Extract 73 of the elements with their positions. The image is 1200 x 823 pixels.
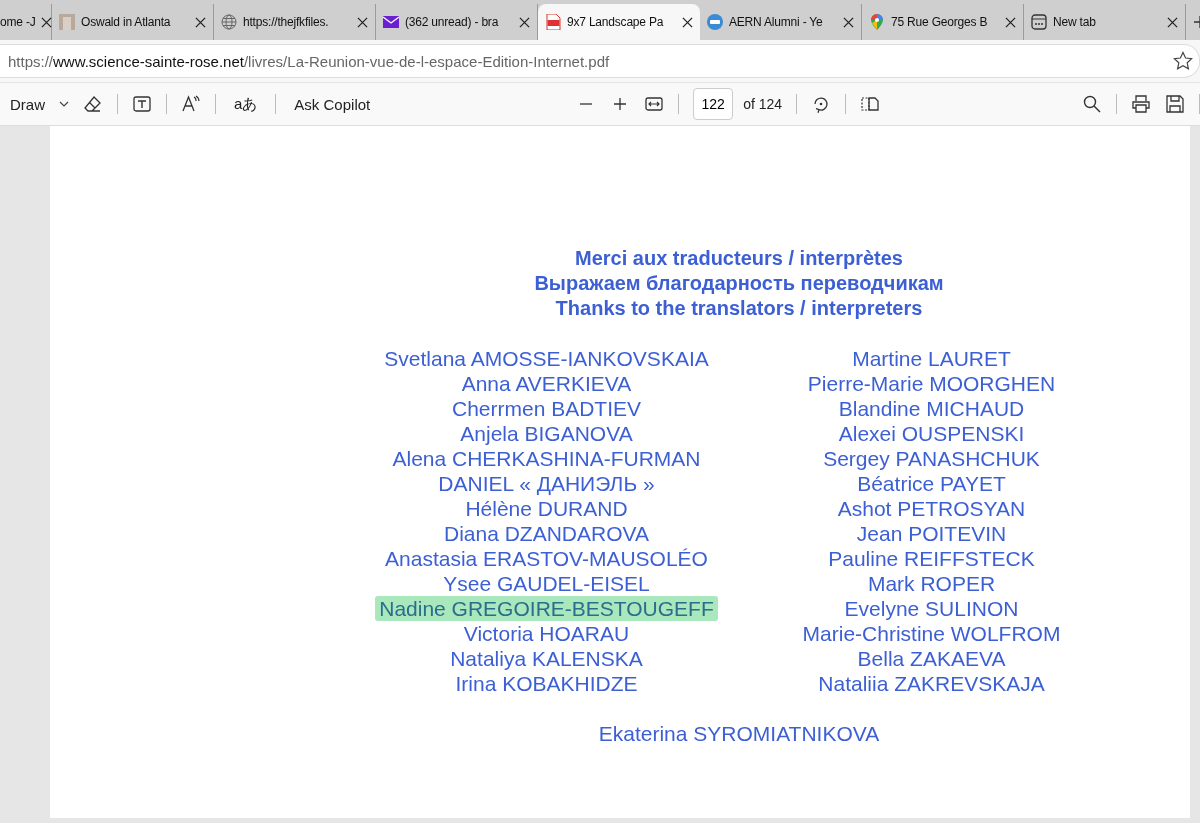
draw-button[interactable]: Draw xyxy=(6,93,49,115)
translate-button[interactable]: aあ xyxy=(230,92,262,116)
heading: Thanks to the translators / interpreters xyxy=(555,296,923,321)
translator-name: DANIEL « ДАНИЭЛЬ » xyxy=(437,471,656,496)
close-icon[interactable] xyxy=(519,16,530,28)
browser-tab[interactable]: 9x7 Landscape Pa xyxy=(538,4,700,40)
page-number-field[interactable]: 122 xyxy=(693,88,734,120)
translator-name: Nataliia ZAKREVSKAJA xyxy=(817,671,1046,696)
translator-name: Irina KOBAKHIDZE xyxy=(454,671,639,696)
translator-name: Pauline REIFFSTECK xyxy=(827,546,1036,571)
translator-name: Anastasia ERASTOV-MAUSOLÉO xyxy=(384,546,709,571)
translator-name: Jean POITEVIN xyxy=(855,521,1008,546)
page-count: of 124 xyxy=(743,96,783,112)
tab-title: New tab xyxy=(1053,15,1096,29)
pdf-file-icon xyxy=(545,14,561,30)
print-icon[interactable] xyxy=(1131,94,1151,114)
translator-name: Blandine MICHAUD xyxy=(837,396,1026,421)
translator-name: Mark ROPER xyxy=(866,571,997,596)
translator-name: Ekaterina SYROMIATNIKOVA xyxy=(597,721,881,746)
ask-copilot-button[interactable]: Ask Copilot xyxy=(290,93,375,115)
close-icon[interactable] xyxy=(195,16,206,28)
save-icon[interactable] xyxy=(1165,94,1185,114)
map-pin-icon xyxy=(869,14,885,30)
translator-name: Svetlana AMOSSE-IANKOVSKAIA xyxy=(383,346,710,371)
translator-name: Alexei OUSPENSKI xyxy=(837,421,1026,446)
tab-title: https://thejfkfiles. xyxy=(243,15,329,29)
translator-name: Ysee GAUDEL-EISEL xyxy=(442,571,651,596)
url-text: https://www.science-sainte-rose.net/livres/La-Reunion-vue-de-l-espace-Edition-Internet.pdf xyxy=(8,52,611,70)
translator-name: Béatrice PAYET xyxy=(856,471,1007,496)
translator-name: Diana DZANDAROVA xyxy=(443,521,650,546)
favorite-star-icon[interactable] xyxy=(1173,51,1193,71)
translator-name: Evelyne SULINON xyxy=(843,596,1020,621)
heading: Выражаем благодарность переводчикам xyxy=(534,271,944,296)
site-logo-icon xyxy=(707,14,723,30)
tab-title: 75 Rue Georges B xyxy=(891,15,988,29)
read-aloud-icon[interactable] xyxy=(181,94,201,114)
translator-name: Hélène DURAND xyxy=(464,496,629,521)
globe-icon xyxy=(221,14,237,30)
close-icon[interactable] xyxy=(357,16,368,28)
tab-title: 9x7 Landscape Pa xyxy=(567,15,664,29)
eraser-icon[interactable] xyxy=(83,94,103,114)
tab-title: ome -J xyxy=(0,15,36,29)
tab-title: (362 unread) - bra xyxy=(405,15,499,29)
translator-name: Sergey PANASHCHUK xyxy=(822,446,1041,471)
mail-icon xyxy=(383,14,399,30)
translator-name: Nataliya KALENSKA xyxy=(449,646,644,671)
translator-name: Martine LAURET xyxy=(851,346,1012,371)
translator-name: Anjela BIGANOVA xyxy=(459,421,634,446)
translator-name: Marie-Christine WOLFROM xyxy=(801,621,1062,646)
translator-name: Alena CHERKASHINA-FURMAN xyxy=(391,446,702,471)
heading: Merci aux traducteurs / interprètes xyxy=(575,246,903,271)
thumbnail-icon xyxy=(59,14,75,30)
translator-name: Anna AVERKIEVA xyxy=(460,371,633,396)
fit-width-icon[interactable] xyxy=(644,94,665,114)
page-view-icon[interactable] xyxy=(860,94,881,114)
translator-name: Cherrmen BADTIEV xyxy=(450,396,643,421)
close-icon[interactable] xyxy=(1167,16,1178,28)
translator-name: Bella ZAKAEVA xyxy=(856,646,1007,671)
text-box-icon[interactable] xyxy=(132,94,152,114)
new-tab-icon xyxy=(1031,14,1047,30)
tab-title: AERN Alumni - Ye xyxy=(729,15,823,29)
close-icon[interactable] xyxy=(682,16,693,28)
close-icon[interactable] xyxy=(1005,16,1016,28)
translator-name: Pierre-Marie MOORGHEN xyxy=(806,371,1057,396)
search-icon[interactable] xyxy=(1082,94,1102,114)
translator-name: Nadine GREGOIRE-BESTOUGEFF xyxy=(375,596,718,621)
close-icon[interactable] xyxy=(41,16,53,28)
translator-name: Victoria HOARAU xyxy=(462,621,631,646)
close-icon[interactable] xyxy=(843,16,854,28)
translator-name: Ashot PETROSYAN xyxy=(836,496,1027,521)
tab-title: Oswald in Atlanta xyxy=(81,15,171,29)
address-bar[interactable]: https://www.science-sainte-rose.net/livres/La-Reunion-vue-de-l-espace-Edition-Internet.pdf xyxy=(0,44,1200,78)
caret-icon[interactable] xyxy=(59,101,69,107)
